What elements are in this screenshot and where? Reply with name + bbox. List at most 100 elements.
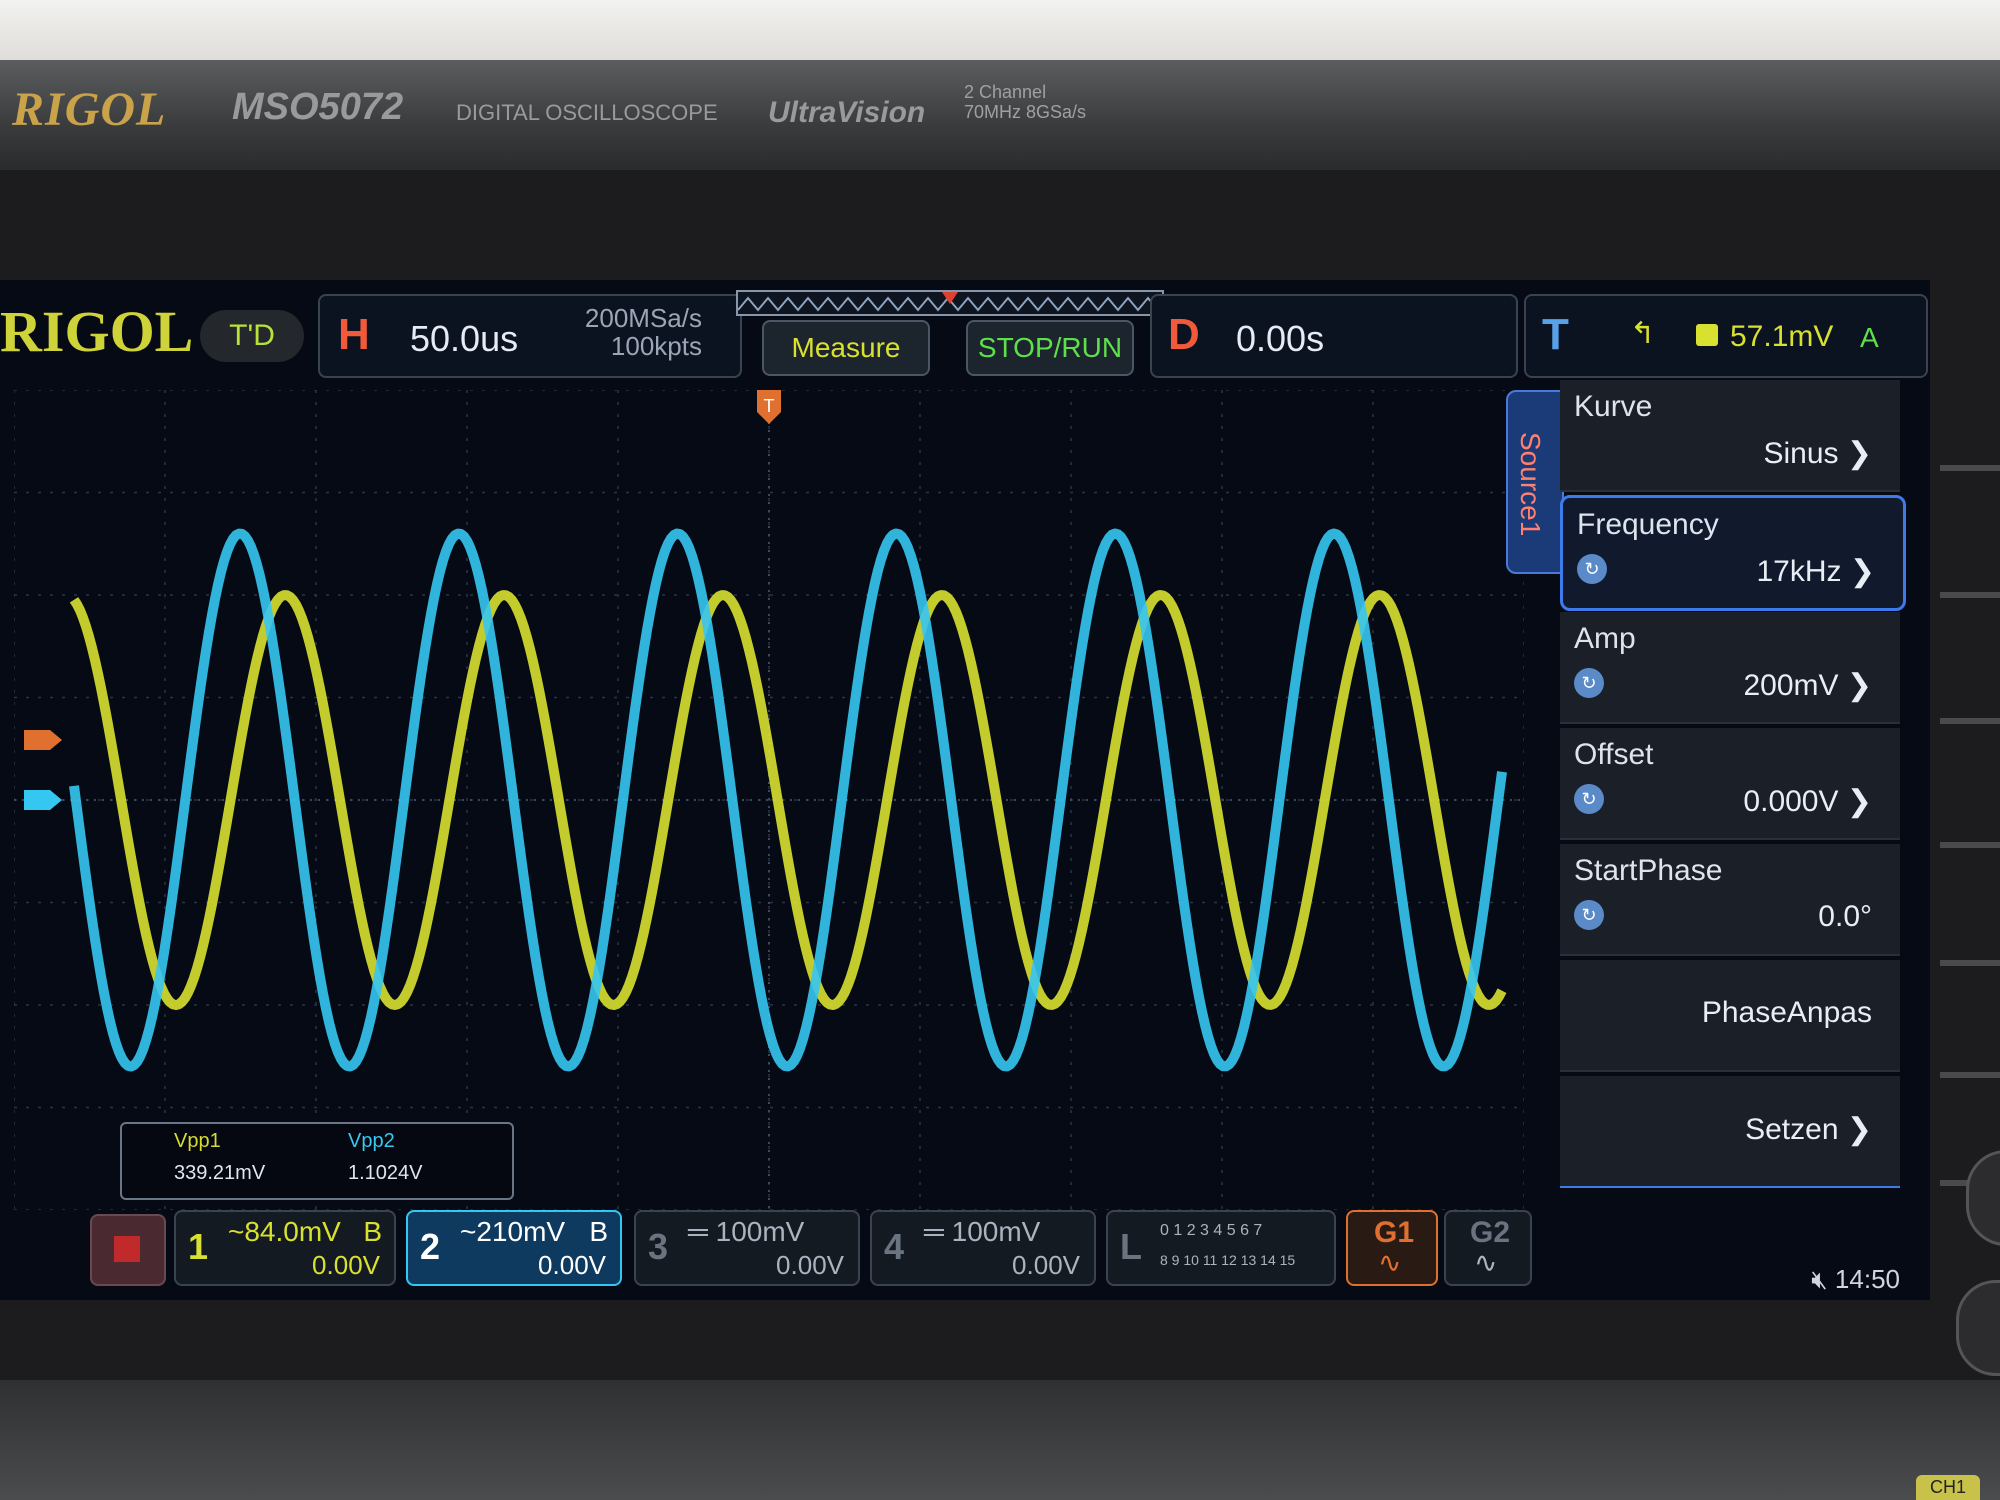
channel-scale: ═ 100mV — [688, 1216, 805, 1247]
trigger-level: 57.1mV — [1730, 320, 1834, 353]
menu-item-value: 200mV ❯ — [1743, 669, 1872, 702]
channel-number: 2 — [420, 1226, 441, 1267]
delay-panel[interactable]: D 0.00s — [1150, 294, 1518, 378]
measure-button[interactable]: Measure — [762, 320, 930, 376]
trigger-panel[interactable]: T ↰ 57.1mV A — [1524, 294, 1928, 378]
trigger-mode: A — [1860, 322, 1879, 353]
menu-item-offset[interactable]: Offset ↻ 0.000V ❯ — [1560, 728, 1900, 840]
menu-item-label: PhaseAnpas — [1701, 996, 1872, 1029]
trigger-status-badge: T'D — [200, 310, 304, 362]
chevron-right-icon: ❯ — [1846, 1113, 1872, 1146]
menu-item-label: StartPhase — [1574, 854, 1723, 887]
softkey-1[interactable] — [1940, 465, 2000, 471]
menu-grid-icon — [114, 1236, 140, 1262]
generator-1-label: G1 — [1374, 1216, 1415, 1249]
chevron-right-icon: ❯ — [1849, 555, 1875, 588]
trigger-level-marker — [24, 730, 62, 750]
waveform-area[interactable]: T — [14, 390, 1524, 1210]
bandwidth-spec: 70MHz 8GSa/s — [964, 102, 1087, 122]
softkey-2[interactable] — [1940, 592, 2000, 598]
horizontal-label: H — [338, 310, 370, 359]
sample-rate: 200MSa/s — [584, 303, 702, 333]
channel-offset: 0.00V — [312, 1250, 380, 1280]
menu-item-setzen[interactable]: Setzen ❯ — [1560, 1076, 1900, 1188]
channel-bar: 1 ~84.0mV B 0.00V 2 ~210mV B 0.00V 3 ═ 1… — [90, 1210, 1532, 1290]
measurement-value-1: 339.21mV — [174, 1162, 266, 1184]
chevron-right-icon: ❯ — [1846, 785, 1872, 818]
menu-item-phaseanpas[interactable]: PhaseAnpas — [1560, 960, 1900, 1072]
softkey-4[interactable] — [1940, 842, 2000, 848]
quick-menu-button[interactable] — [90, 1214, 166, 1286]
stop-run-button[interactable]: STOP/RUN — [966, 320, 1134, 376]
channel-offset: 0.00V — [538, 1250, 606, 1280]
menu-item-label: Frequency — [1577, 508, 1719, 541]
source-menu-tab[interactable]: Source1 — [1506, 390, 1564, 574]
model-name: MSO5072 — [232, 86, 404, 128]
softkey-5[interactable] — [1940, 960, 2000, 966]
softkey-3[interactable] — [1940, 718, 2000, 724]
menu-item-frequency[interactable]: Frequency ↻ 17kHz ❯ — [1560, 495, 1906, 611]
oscilloscope-screen: RIGOL T'D H 50.0us 200MSa/s 100kpts Meas… — [0, 280, 1930, 1300]
channel-offset: 0.00V — [1012, 1250, 1080, 1280]
device-description: DIGITAL OSCILLOSCOPE — [456, 100, 718, 125]
menu-item-label: Setzen ❯ — [1745, 1113, 1872, 1146]
menu-item-value: Sinus ❯ — [1763, 437, 1872, 470]
menu-item-startphase[interactable]: StartPhase ↻ 0.0° — [1560, 844, 1900, 956]
delay-label: D — [1168, 310, 1200, 359]
acquisition-info: 200MSa/s 100kpts — [585, 304, 702, 360]
logic-label: L — [1120, 1226, 1142, 1267]
menu-item-amp[interactable]: Amp ↻ 200mV ❯ — [1560, 612, 1900, 724]
ch1-source-icon — [1696, 324, 1718, 346]
generator-2-label: G2 — [1470, 1216, 1511, 1249]
softkey-6[interactable] — [1940, 1072, 2000, 1078]
measurement-panel[interactable]: Vpp1 339.21mV Vpp2 1.1024V — [120, 1122, 514, 1200]
waveform-plot: T — [14, 390, 1524, 1210]
knob-icon: ↻ — [1574, 900, 1604, 930]
chevron-right-icon: ❯ — [1846, 669, 1872, 702]
logic-channels-box[interactable]: L 0 1 2 3 4 5 6 7 8 9 10 11 12 13 14 15 — [1106, 1210, 1336, 1286]
sine-wave-icon: ∿ — [1474, 1247, 1498, 1278]
logic-row-2: 8 9 10 11 12 13 14 15 — [1160, 1252, 1296, 1268]
memory-depth: 100kpts — [610, 331, 702, 361]
measurement-name-2: Vpp2 — [348, 1130, 395, 1152]
trigger-position-label: T — [764, 396, 775, 416]
screen-logo: RIGOL — [0, 299, 194, 364]
channel-number: 1 — [188, 1226, 209, 1267]
channel-1-box[interactable]: 1 ~84.0mV B 0.00V — [174, 1210, 396, 1286]
measurement-name-1: Vpp1 — [174, 1130, 221, 1152]
clock-readout: 🔇︎ 14:50 — [1811, 1264, 1900, 1296]
device-spec: 2 Channel 70MHz 8GSa/s — [964, 82, 1086, 122]
ch1-button-tag[interactable]: CH1 — [1915, 1475, 1980, 1500]
brand-logo: RIGOL — [12, 83, 167, 136]
generator-2-button[interactable]: G2 ∿ — [1444, 1210, 1532, 1286]
channel-4-box[interactable]: 4 ═ 100mV 0.00V — [870, 1210, 1096, 1286]
channel-2-ground-marker — [24, 790, 62, 810]
channel-scale: ~84.0mV — [228, 1216, 341, 1247]
channel-scale: ═ 100mV — [924, 1216, 1041, 1247]
menu-item-value: 17kHz ❯ — [1756, 555, 1875, 588]
channel-coupling: B — [589, 1216, 608, 1247]
channel-3-box[interactable]: 3 ═ 100mV 0.00V — [634, 1210, 860, 1286]
knob-icon: ↻ — [1574, 784, 1604, 814]
timebase-value: 50.0us — [410, 318, 519, 359]
menu-item-label: Offset — [1574, 738, 1654, 771]
memory-position-marker — [942, 292, 958, 304]
menu-item-value: 0.000V ❯ — [1743, 785, 1872, 818]
channels-spec: 2 Channel — [964, 82, 1047, 102]
channel-2-box[interactable]: 2 ~210mV B 0.00V — [406, 1210, 622, 1286]
channel-offset: 0.00V — [776, 1250, 844, 1280]
channel-number: 4 — [884, 1226, 905, 1267]
trigger-edge-icon: ↰ — [1630, 317, 1656, 350]
chevron-right-icon: ❯ — [1846, 437, 1872, 470]
menu-item-kurve[interactable]: Kurve Sinus ❯ — [1560, 380, 1900, 492]
delay-value: 0.00s — [1236, 318, 1325, 359]
channel-coupling: B — [363, 1216, 382, 1247]
memory-position-bar[interactable] — [736, 290, 1164, 316]
channel-scale: ~210mV — [460, 1216, 566, 1247]
speaker-muted-icon: 🔇︎ — [1811, 1264, 1828, 1294]
ultravision-logo: UltraVision — [768, 96, 926, 129]
horizontal-panel[interactable]: H 50.0us 200MSa/s 100kpts — [318, 294, 742, 378]
device-bezel-bottom: CH1 — [0, 1380, 2000, 1500]
channel-number: 3 — [648, 1226, 669, 1267]
generator-1-button[interactable]: G1 ∿ — [1346, 1210, 1438, 1286]
